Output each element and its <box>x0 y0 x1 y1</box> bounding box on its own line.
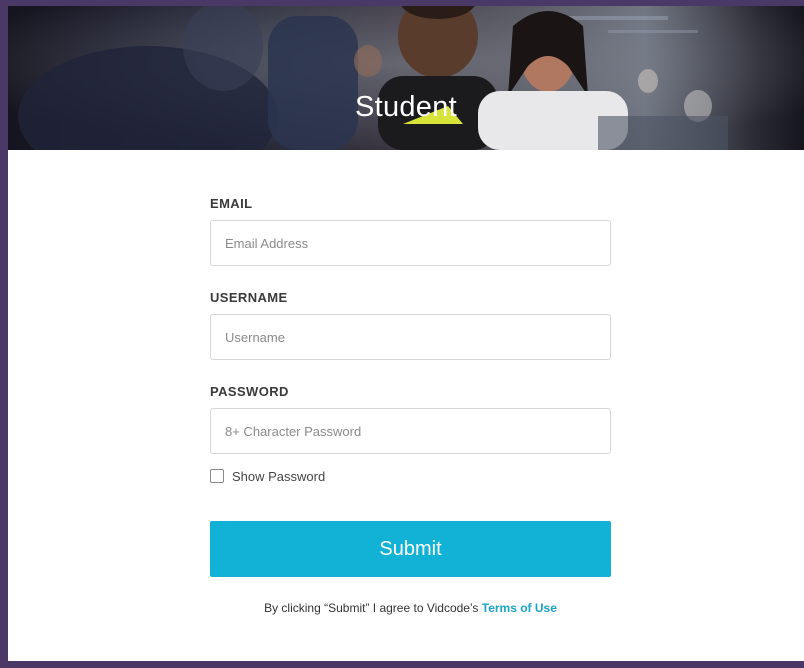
show-password-checkbox[interactable] <box>210 469 224 483</box>
password-label: PASSWORD <box>210 384 289 399</box>
show-password-label: Show Password <box>232 468 326 484</box>
username-label: USERNAME <box>210 290 288 305</box>
password-field[interactable] <box>210 408 611 454</box>
show-password-toggle[interactable]: Show Password <box>210 468 325 484</box>
username-field[interactable] <box>210 314 611 360</box>
signup-panel: Student EMAIL USERNAME PASSWORD Show Pas… <box>8 6 804 661</box>
terms-of-use-link[interactable]: Terms of Use <box>482 601 557 615</box>
terms-text: By clicking “Submit” I agree to Vidcode’… <box>264 601 479 615</box>
email-label: EMAIL <box>210 196 253 211</box>
terms-notice: By clicking “Submit” I agree to Vidcode’… <box>150 601 671 615</box>
email-field[interactable] <box>210 220 611 266</box>
submit-button[interactable]: Submit <box>210 521 611 577</box>
banner-photo <box>8 6 804 150</box>
header-banner: Student <box>8 6 804 150</box>
page-title: Student <box>354 91 458 123</box>
